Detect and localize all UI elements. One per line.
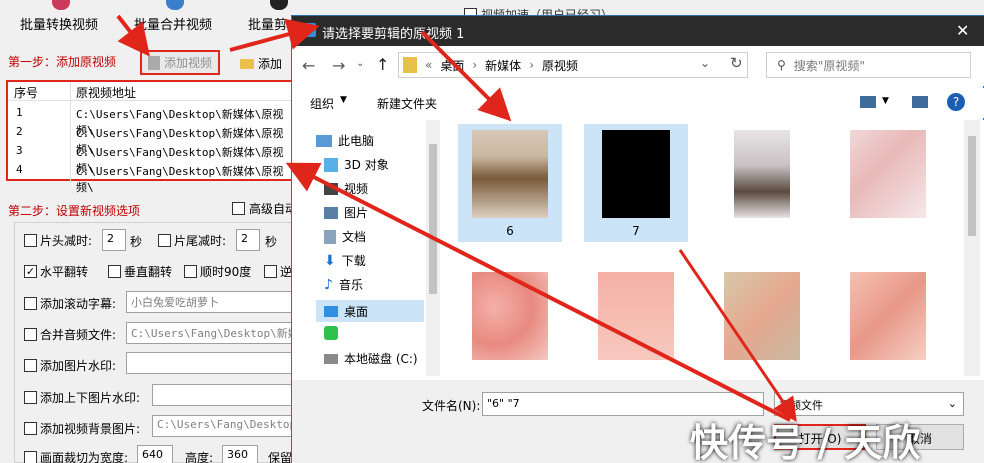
watermark-text: 快传号 / 天欣 (690, 421, 921, 463)
arrow-to-add-video (116, 14, 150, 57)
arrow-to-files (420, 30, 512, 122)
arrow-to-open (678, 249, 797, 422)
arrow-to-table (285, 162, 791, 422)
annotation-arrows (116, 14, 797, 422)
arrow-to-dialog (229, 18, 320, 52)
